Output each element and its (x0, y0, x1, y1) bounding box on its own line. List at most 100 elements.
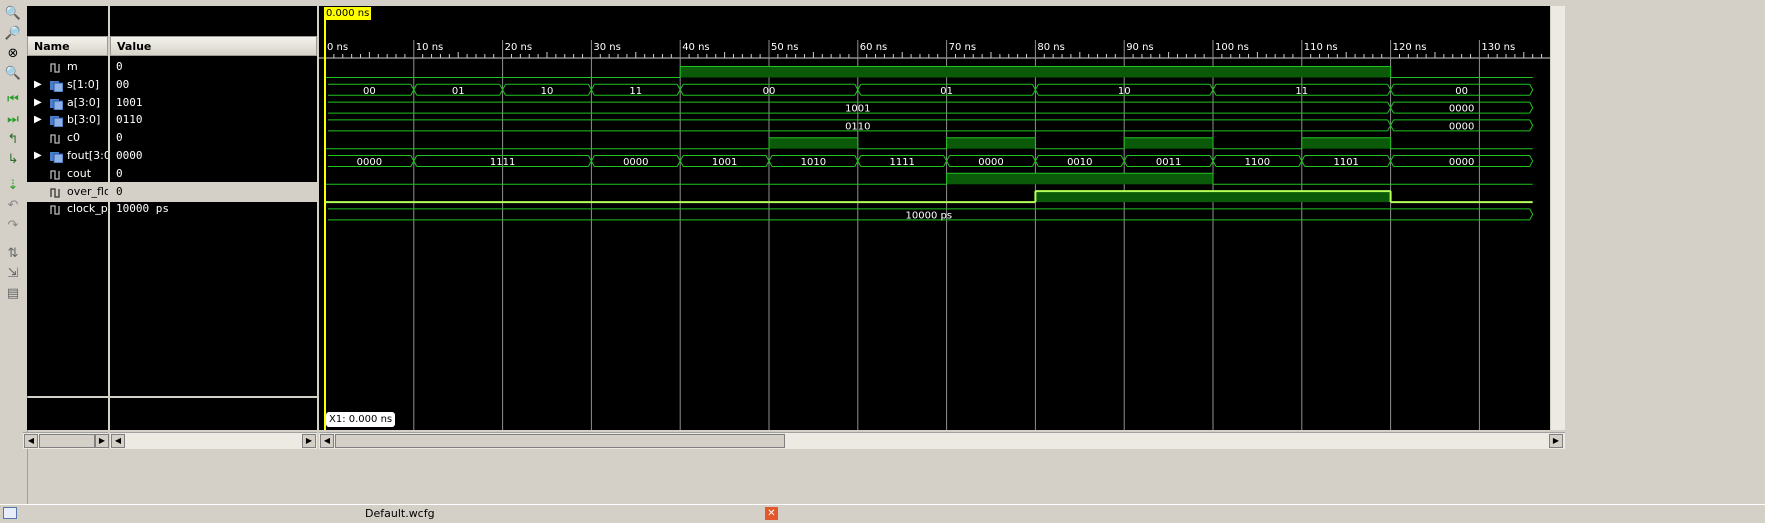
bus-value-label: 00 (1455, 86, 1468, 97)
bus-signal-icon (49, 97, 64, 111)
bus-value-label: 00 (363, 86, 376, 97)
bus-value-label: 1001 (712, 157, 737, 168)
time-tick-label: 90 ns (1126, 42, 1153, 53)
bus-value-label: 0110 (845, 121, 870, 132)
bit-high-fill (946, 173, 1213, 185)
zoom-to-cursor-icon[interactable]: 🔍 (3, 64, 23, 82)
swap-cursors-icon[interactable]: ⇅ (3, 244, 23, 262)
bus-value-label: 0000 (1449, 121, 1474, 132)
x1-cursor-readout: X1: 0.000 ns (326, 412, 396, 427)
time-tick-label: 10 ns (416, 42, 443, 53)
scrollbar-thumb[interactable] (335, 434, 785, 448)
time-tick-label: 120 ns (1393, 42, 1427, 53)
bit-high-fill (769, 137, 858, 149)
time-tick-label: 110 ns (1304, 42, 1338, 53)
time-tick-label: 40 ns (682, 42, 709, 53)
scroll-left-arrow-icon[interactable]: ◀ (24, 434, 38, 448)
bus-value-label: 0000 (1449, 104, 1474, 115)
time-tick-label: 70 ns (949, 42, 976, 53)
tab-label[interactable]: Default.wcfg (365, 507, 435, 520)
scroll-right-arrow-icon[interactable]: ▶ (95, 434, 109, 448)
bit-signal-icon (49, 203, 63, 216)
bit-signal-icon (49, 61, 63, 73)
vertical-scrollbar[interactable] (1551, 6, 1565, 430)
scroll-left-arrow-icon[interactable]: ◀ (320, 434, 334, 448)
time-tick-label: 100 ns (1215, 42, 1249, 53)
signal-value[interactable]: 10000 ps (110, 199, 317, 219)
previous-marker-icon[interactable]: ↶ (3, 196, 23, 214)
bus-value-label: 11 (1295, 86, 1308, 97)
zoom-out-icon[interactable]: 🔎 (3, 24, 23, 42)
bus-value-label: 1010 (801, 157, 826, 168)
close-tab-icon[interactable]: ✕ (765, 507, 778, 520)
cursor-time-label: 0.000 ns (324, 7, 372, 20)
waveform-canvas[interactable]: 0 ns 10 ns 20 ns 30 ns 40 ns 50 ns 60 ns 70 ns 8… (319, 6, 1550, 430)
name-panel-top (27, 6, 108, 36)
wave-toolbar: 🔍 🔎 ⊗ 🔍 ⏮ ⏭ ↰ ↳ ⇣ ↶ ↷ ⇅ ⇲ ▤ (0, 0, 28, 504)
go-to-end-icon[interactable]: ⏭ (3, 110, 23, 128)
waveform-panel[interactable]: 0 ns 10 ns 20 ns 30 ns 40 ns 50 ns 60 ns 70 ns 8… (319, 6, 1550, 430)
value-column-header[interactable]: Value (110, 36, 317, 56)
bus-value-label: 1111 (490, 157, 515, 168)
go-to-start-icon[interactable]: ⏮ (3, 90, 23, 108)
bit-high-fill (1124, 137, 1213, 149)
bit-high-fill (946, 137, 1036, 149)
bus-value-label: 10 (541, 86, 554, 97)
bus-value-label: 1101 (1333, 157, 1358, 168)
bus-value-label: 11 (629, 86, 642, 97)
value-panel-bottom (110, 398, 317, 430)
time-tick-label: 60 ns (860, 42, 887, 53)
time-tick-label: 30 ns (593, 42, 620, 53)
waveform-scrollbar[interactable]: ◀ ▶ (319, 432, 1565, 449)
value-panel-top (110, 6, 317, 36)
bus-value-label: 10000 ps (906, 210, 953, 221)
bus-value-label: 0000 (623, 157, 648, 168)
scroll-left-arrow-icon[interactable]: ◀ (111, 434, 125, 448)
time-tick-label: 20 ns (505, 42, 532, 53)
signal-row-clock-peri[interactable]: clock_peri (27, 199, 108, 219)
zoom-in-icon[interactable]: 🔍 (3, 4, 23, 22)
bus-value-label: 0000 (357, 157, 382, 168)
bit-signal-icon (49, 186, 63, 198)
name-panel-scrollbar[interactable]: ◀ ▶ (23, 432, 109, 449)
bus-value-label: 10 (1118, 86, 1131, 97)
bus-value-label: 0000 (1449, 157, 1474, 168)
signal-value-list: 0 00 1001 0110 0 0000 0 0 10000 ps (110, 56, 317, 396)
bus-value-label: 01 (940, 86, 953, 97)
add-marker-icon[interactable]: ⇣ (3, 176, 23, 194)
bit-high-fill (680, 66, 1391, 78)
name-panel-bottom (27, 398, 108, 430)
scroll-right-arrow-icon[interactable]: ▶ (1549, 434, 1563, 448)
signal-name: clock_peri (67, 202, 108, 216)
bus-value-label: 0010 (1067, 157, 1092, 168)
name-column-header[interactable]: Name (27, 36, 108, 56)
bit-high-fill (1301, 137, 1391, 149)
bus-signal-icon (49, 150, 64, 164)
bus-value-label: 1111 (889, 157, 914, 168)
bus-signal-icon (49, 79, 64, 93)
zoom-fit-icon[interactable]: ⊗ (3, 44, 23, 62)
bus-value-label: 1001 (845, 104, 870, 115)
time-tick-label: 50 ns (771, 42, 798, 53)
next-transition-icon[interactable]: ↳ (3, 150, 23, 168)
scroll-right-arrow-icon[interactable]: ▶ (302, 434, 316, 448)
bit-high-fill (1035, 191, 1391, 203)
time-tick-label: 130 ns (1481, 42, 1515, 53)
floating-ruler-icon[interactable]: ▤ (3, 284, 23, 302)
time-tick-label: 80 ns (1037, 42, 1064, 53)
previous-transition-icon[interactable]: ↰ (3, 130, 23, 148)
bit-signal-icon (49, 168, 63, 180)
scrollbar-thumb[interactable] (39, 434, 95, 448)
bus-value-label: 0000 (978, 157, 1003, 168)
bus-value-label: 0011 (1156, 157, 1181, 168)
bus-value-label: 1100 (1245, 157, 1270, 168)
editor-tab-bar: Default.wcfg ✕ (0, 504, 1765, 523)
wave-config-file-icon (3, 507, 17, 519)
signal-name-list: m▶s[1:0]▶a[3:0]▶b[3:0]c0▶fout[3:0]coutov… (27, 56, 108, 396)
bus-signal-icon (49, 114, 64, 128)
value-panel-scrollbar[interactable]: ◀ ▶ (110, 432, 317, 449)
bus-value-label: 01 (452, 86, 465, 97)
next-marker-icon[interactable]: ↷ (3, 216, 23, 234)
snap-to-transition-icon[interactable]: ⇲ (3, 264, 23, 282)
bit-signal-icon (49, 132, 63, 144)
